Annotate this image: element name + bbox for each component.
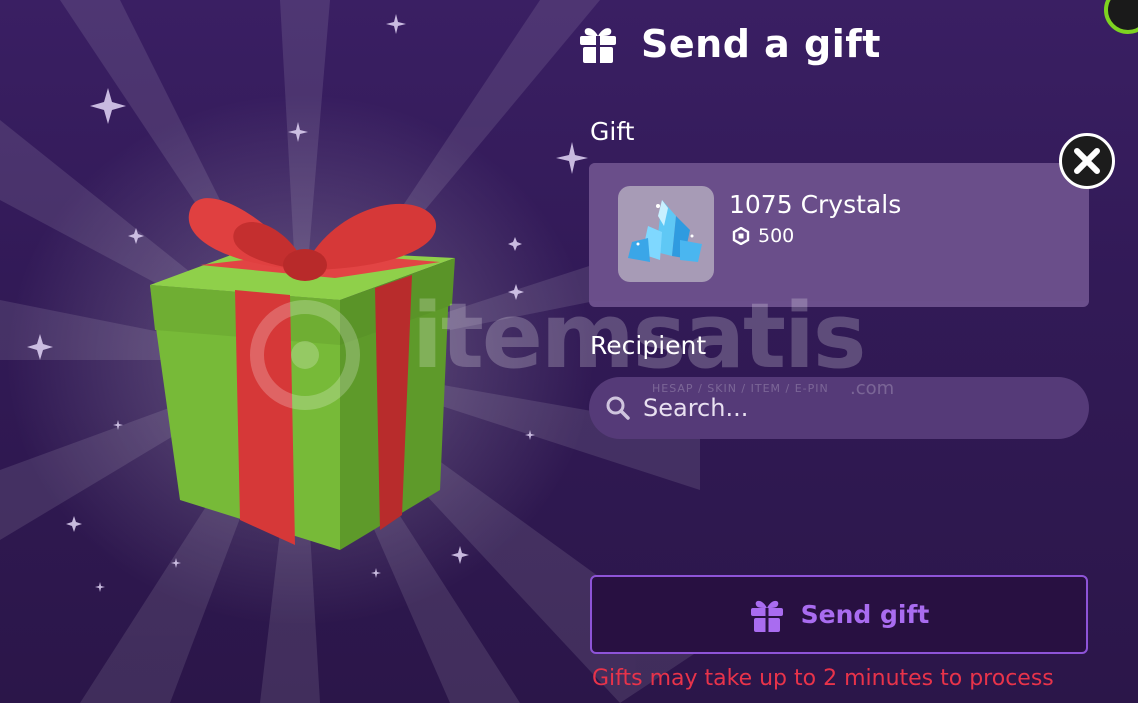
gift-price-row: 500: [732, 225, 794, 247]
gift-card: 1075 Crystals 500: [589, 163, 1089, 307]
processing-notice: Gifts may take up to 2 minutes to proces…: [592, 666, 1054, 691]
robux-icon: [732, 227, 750, 245]
crystals-icon: [618, 186, 714, 282]
gift-icon: [580, 28, 616, 63]
search-input[interactable]: [641, 376, 1089, 440]
header: Send a gift: [577, 22, 881, 66]
page-title: Send a gift: [641, 22, 881, 66]
gift-section-label: Gift: [590, 117, 635, 146]
recipient-search[interactable]: [589, 376, 1089, 440]
gift-icon: [750, 600, 783, 632]
send-gift-button[interactable]: Send gift: [590, 575, 1088, 654]
send-gift-label: Send gift: [800, 600, 930, 629]
search-icon: [606, 396, 630, 420]
gift-name: 1075 Crystals: [729, 190, 902, 219]
close-button[interactable]: [1059, 133, 1115, 189]
gift-price: 500: [758, 225, 795, 247]
recipient-section-label: Recipient: [590, 331, 707, 360]
gift-box-illustration: [150, 198, 455, 550]
close-icon: [1074, 148, 1100, 174]
